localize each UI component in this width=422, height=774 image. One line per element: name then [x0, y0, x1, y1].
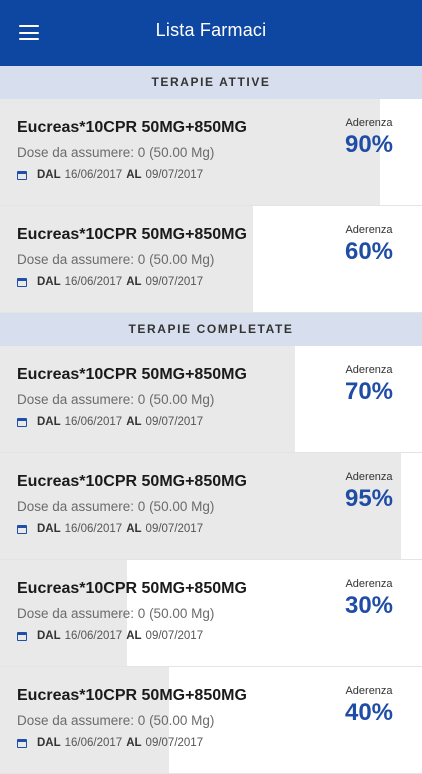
from-label: DAL [37, 523, 61, 535]
adherence-block: Aderenza 60% [334, 224, 404, 266]
adherence-label: Aderenza [345, 364, 393, 376]
adherence-value: 30% [344, 592, 394, 619]
calendar-icon [17, 524, 27, 534]
from-label: DAL [37, 276, 61, 288]
adherence-label: Aderenza [345, 578, 393, 590]
dose-text: Dose da assumere: 0 (50.00 Mg) [17, 145, 215, 160]
to-label: AL [126, 737, 142, 749]
dose-text: Dose da assumere: 0 (50.00 Mg) [17, 713, 215, 728]
from-label: DAL [37, 169, 61, 181]
from-label: DAL [37, 416, 61, 428]
calendar-icon [17, 170, 27, 180]
to-label: AL [126, 169, 142, 181]
adherence-label: Aderenza [345, 471, 393, 483]
from-date: 16/06/2017 [64, 523, 123, 535]
adherence-block: Aderenza 30% [334, 578, 404, 620]
page-title: Lista Farmaci [155, 20, 267, 40]
to-date: 09/07/2017 [145, 523, 204, 535]
therapy-card[interactable]: Eucreas*10CPR 50MG+850MG Dose da assumer… [0, 560, 422, 667]
drug-name: Eucreas*10CPR 50MG+850MG [17, 473, 247, 490]
adherence-label: Aderenza [345, 224, 393, 236]
adherence-block: Aderenza 70% [334, 364, 404, 406]
to-date: 09/07/2017 [145, 416, 204, 428]
dose-text: Dose da assumere: 0 (50.00 Mg) [17, 606, 215, 621]
adherence-value: 70% [344, 378, 394, 405]
from-label: DAL [37, 737, 61, 749]
adherence-value: 95% [344, 485, 394, 512]
drug-name: Eucreas*10CPR 50MG+850MG [17, 226, 247, 243]
drug-name: Eucreas*10CPR 50MG+850MG [17, 119, 247, 136]
adherence-block: Aderenza 95% [334, 471, 404, 513]
calendar-icon [17, 631, 27, 641]
adherence-block: Aderenza 90% [334, 117, 404, 159]
dose-text: Dose da assumere: 0 (50.00 Mg) [17, 392, 215, 407]
from-date: 16/06/2017 [64, 630, 123, 642]
date-range: DAL 16/06/2017 AL 09/07/2017 [17, 523, 203, 535]
section-header: TERAPIE COMPLETATE [0, 313, 422, 346]
to-date: 09/07/2017 [145, 276, 204, 288]
to-label: AL [126, 630, 142, 642]
section-header: TERAPIE ATTIVE [0, 66, 422, 99]
from-label: DAL [37, 630, 61, 642]
from-date: 16/06/2017 [64, 416, 123, 428]
app-bar: Lista Farmaci [0, 0, 422, 66]
to-label: AL [126, 416, 142, 428]
to-date: 09/07/2017 [145, 630, 204, 642]
to-label: AL [126, 276, 142, 288]
date-range: DAL 16/06/2017 AL 09/07/2017 [17, 737, 203, 749]
therapy-card[interactable]: Eucreas*10CPR 50MG+850MG Dose da assumer… [0, 453, 422, 560]
therapy-list: TERAPIE ATTIVE Eucreas*10CPR 50MG+850MG … [0, 66, 422, 774]
to-label: AL [126, 523, 142, 535]
adherence-value: 40% [344, 699, 394, 726]
therapy-card[interactable]: Eucreas*10CPR 50MG+850MG Dose da assumer… [0, 206, 422, 313]
from-date: 16/06/2017 [64, 276, 123, 288]
to-date: 09/07/2017 [145, 169, 204, 181]
dose-text: Dose da assumere: 0 (50.00 Mg) [17, 499, 215, 514]
from-date: 16/06/2017 [64, 169, 123, 181]
adherence-value: 60% [344, 238, 394, 265]
therapy-card[interactable]: Eucreas*10CPR 50MG+850MG Dose da assumer… [0, 99, 422, 206]
calendar-icon [17, 738, 27, 748]
from-date: 16/06/2017 [64, 737, 123, 749]
adherence-block: Aderenza 40% [334, 685, 404, 727]
dose-text: Dose da assumere: 0 (50.00 Mg) [17, 252, 215, 267]
drug-name: Eucreas*10CPR 50MG+850MG [17, 366, 247, 383]
adherence-label: Aderenza [345, 117, 393, 129]
drug-name: Eucreas*10CPR 50MG+850MG [17, 580, 247, 597]
date-range: DAL 16/06/2017 AL 09/07/2017 [17, 276, 203, 288]
adherence-label: Aderenza [345, 685, 393, 697]
date-range: DAL 16/06/2017 AL 09/07/2017 [17, 416, 203, 428]
date-range: DAL 16/06/2017 AL 09/07/2017 [17, 169, 203, 181]
therapy-card[interactable]: Eucreas*10CPR 50MG+850MG Dose da assumer… [0, 346, 422, 453]
adherence-value: 90% [344, 131, 394, 158]
calendar-icon [17, 277, 27, 287]
drug-name: Eucreas*10CPR 50MG+850MG [17, 687, 247, 704]
therapy-card[interactable]: Eucreas*10CPR 50MG+850MG Dose da assumer… [0, 667, 422, 774]
date-range: DAL 16/06/2017 AL 09/07/2017 [17, 630, 203, 642]
calendar-icon [17, 417, 27, 427]
to-date: 09/07/2017 [145, 737, 204, 749]
